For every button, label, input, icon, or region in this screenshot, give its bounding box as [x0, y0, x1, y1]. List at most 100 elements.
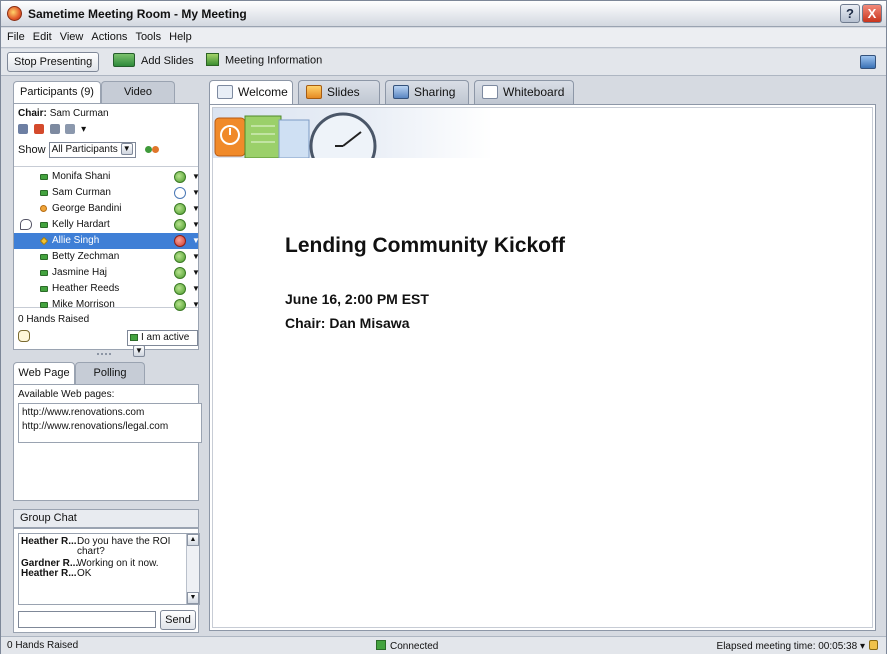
- show-filter-row: Show All Participants ▼: [18, 142, 161, 158]
- mute-icon[interactable]: [18, 124, 28, 135]
- show-filter-value: All Participants: [51, 144, 118, 155]
- participant-row[interactable]: Monifa Shani ▼: [14, 169, 200, 185]
- participant-name: Sam Curman: [52, 187, 111, 198]
- speaking-icon: [20, 219, 32, 230]
- chevron-down-icon[interactable]: ▼: [192, 185, 200, 201]
- user-menu-icon[interactable]: [65, 124, 76, 135]
- participant-row-selected[interactable]: Allie Singh ▼: [14, 233, 200, 249]
- participant-name: Monifa Shani: [52, 171, 111, 182]
- status-icon: [40, 270, 48, 276]
- participant-list: Monifa Shani ▼ Sam Curman ▼ George Bandi…: [14, 166, 200, 311]
- close-button[interactable]: X: [862, 4, 882, 23]
- add-slides-button[interactable]: Add Slides: [113, 53, 194, 68]
- chat-text: OK: [77, 568, 92, 579]
- active-icon: [174, 171, 186, 183]
- tab-slides[interactable]: Slides: [298, 80, 380, 104]
- web-page-list: http://www.renovations.com http://www.re…: [18, 403, 202, 443]
- chevron-down-icon[interactable]: ▼: [192, 233, 200, 249]
- chat-scrollbar[interactable]: ▲ ▼: [186, 534, 199, 604]
- group-chat-panel: Heather R... Do you have the ROI chart? …: [13, 528, 200, 633]
- screen-share-icon[interactable]: [860, 55, 876, 69]
- participant-row[interactable]: Kelly Hardart ▼: [14, 217, 200, 233]
- participant-tools: ▾: [18, 124, 86, 138]
- active-status-select[interactable]: I am active ▼: [127, 330, 198, 358]
- panel-splitter[interactable]: [97, 353, 111, 357]
- tab-video[interactable]: Video: [101, 81, 175, 103]
- tab-sharing[interactable]: Sharing: [385, 80, 469, 104]
- chevron-up-icon[interactable]: ▲: [187, 534, 199, 546]
- active-icon: [174, 203, 186, 215]
- chevron-down-icon: ▼: [120, 143, 133, 156]
- tab-polling[interactable]: Polling: [75, 362, 145, 384]
- chevron-down-icon[interactable]: ▼: [192, 281, 200, 297]
- web-page-panel: Available Web pages: http://www.renovati…: [13, 384, 202, 501]
- chevron-down-icon[interactable]: ▼: [192, 217, 200, 233]
- participant-name: Kelly Hardart: [52, 219, 110, 230]
- help-button[interactable]: ?: [840, 4, 860, 23]
- participant-row[interactable]: Jasmine Haj ▼: [14, 265, 200, 281]
- tab-web-page[interactable]: Web Page: [13, 362, 75, 385]
- participant-row[interactable]: Heather Reeds ▼: [14, 281, 200, 297]
- chevron-down-icon: ▼: [133, 345, 145, 358]
- whiteboard-icon: [482, 85, 498, 99]
- status-icon: [40, 222, 48, 228]
- menu-actions[interactable]: Actions: [87, 28, 131, 43]
- chevron-down-icon[interactable]: ▼: [192, 265, 200, 281]
- participant-row[interactable]: Sam Curman ▼: [14, 185, 200, 201]
- welcome-banner: [213, 108, 493, 180]
- meeting-information-button[interactable]: Meeting Information: [206, 53, 323, 67]
- participant-row[interactable]: George Bandini ▼: [14, 201, 200, 217]
- participant-name: Heather Reeds: [52, 283, 120, 294]
- menu-tools[interactable]: Tools: [131, 28, 165, 43]
- pen-icon[interactable]: [49, 124, 60, 135]
- participant-name: Allie Singh: [52, 235, 100, 246]
- menu-edit[interactable]: Edit: [29, 28, 56, 43]
- chair-line: Chair: Sam Curman: [18, 108, 109, 119]
- meeting-information-label: Meeting Information: [225, 54, 323, 67]
- add-slides-label: Add Slides: [141, 54, 194, 67]
- participant-name: Jasmine Haj: [52, 267, 108, 278]
- web-page-link[interactable]: http://www.renovations.com: [19, 404, 201, 418]
- away-icon: [40, 205, 47, 212]
- chevron-down-icon[interactable]: ▼: [192, 169, 200, 185]
- connected-icon: [376, 640, 386, 650]
- slide-date: June 16, 2:00 PM EST: [285, 291, 429, 307]
- hands-raised-label: 0 Hands Raised: [18, 314, 90, 325]
- menu-help[interactable]: Help: [165, 28, 196, 43]
- menu-file[interactable]: File: [1, 28, 29, 43]
- tab-welcome-label: Welcome: [238, 85, 288, 99]
- menu-bar: File Edit View Actions Tools Help: [1, 28, 886, 48]
- raise-hand-icon[interactable]: [18, 330, 30, 342]
- participant-name: George Bandini: [52, 203, 122, 214]
- unmute-icon[interactable]: [33, 124, 44, 135]
- chat-input[interactable]: [18, 611, 156, 628]
- chair-label: Chair:: [18, 108, 47, 119]
- chevron-down-icon[interactable]: ▼: [187, 592, 199, 604]
- active-icon: [174, 283, 186, 295]
- moderator-icon: [39, 236, 49, 246]
- active-icon: [174, 267, 186, 279]
- connection-status: Connected: [376, 640, 438, 652]
- menu-view[interactable]: View: [56, 28, 88, 43]
- send-button[interactable]: Send: [160, 610, 196, 630]
- people-icon[interactable]: [144, 143, 161, 157]
- status-icon: [40, 254, 48, 260]
- show-filter-select[interactable]: All Participants ▼: [48, 142, 136, 158]
- participant-row[interactable]: Betty Zechman ▼: [14, 249, 200, 265]
- available-web-pages-label: Available Web pages:: [18, 389, 115, 400]
- hands-raised-area: 0 Hands Raised I am active ▼: [14, 310, 198, 358]
- chevron-down-icon: ▾: [859, 641, 865, 652]
- elapsed-time[interactable]: Elapsed meeting time: 00:05:38 ▾: [717, 640, 878, 652]
- tab-welcome[interactable]: Welcome: [209, 80, 293, 105]
- slide-title: Lending Community Kickoff: [285, 234, 565, 257]
- web-page-link[interactable]: http://www.renovations/legal.com: [19, 418, 201, 432]
- tab-whiteboard[interactable]: Whiteboard: [474, 80, 574, 104]
- tab-participants[interactable]: Participants (9): [13, 81, 101, 104]
- chevron-down-icon[interactable]: ▼: [192, 201, 200, 217]
- welcome-content: Lending Community Kickoff June 16, 2:00 …: [209, 104, 876, 631]
- stop-presenting-button[interactable]: Stop Presenting: [7, 52, 100, 72]
- slide-chair: Chair: Dan Misawa: [285, 315, 410, 331]
- chevron-down-icon[interactable]: ▾: [81, 124, 86, 135]
- chevron-down-icon[interactable]: ▼: [192, 249, 200, 265]
- participants-header: Chair: Sam Curman ▾ Show All Participant…: [14, 104, 198, 164]
